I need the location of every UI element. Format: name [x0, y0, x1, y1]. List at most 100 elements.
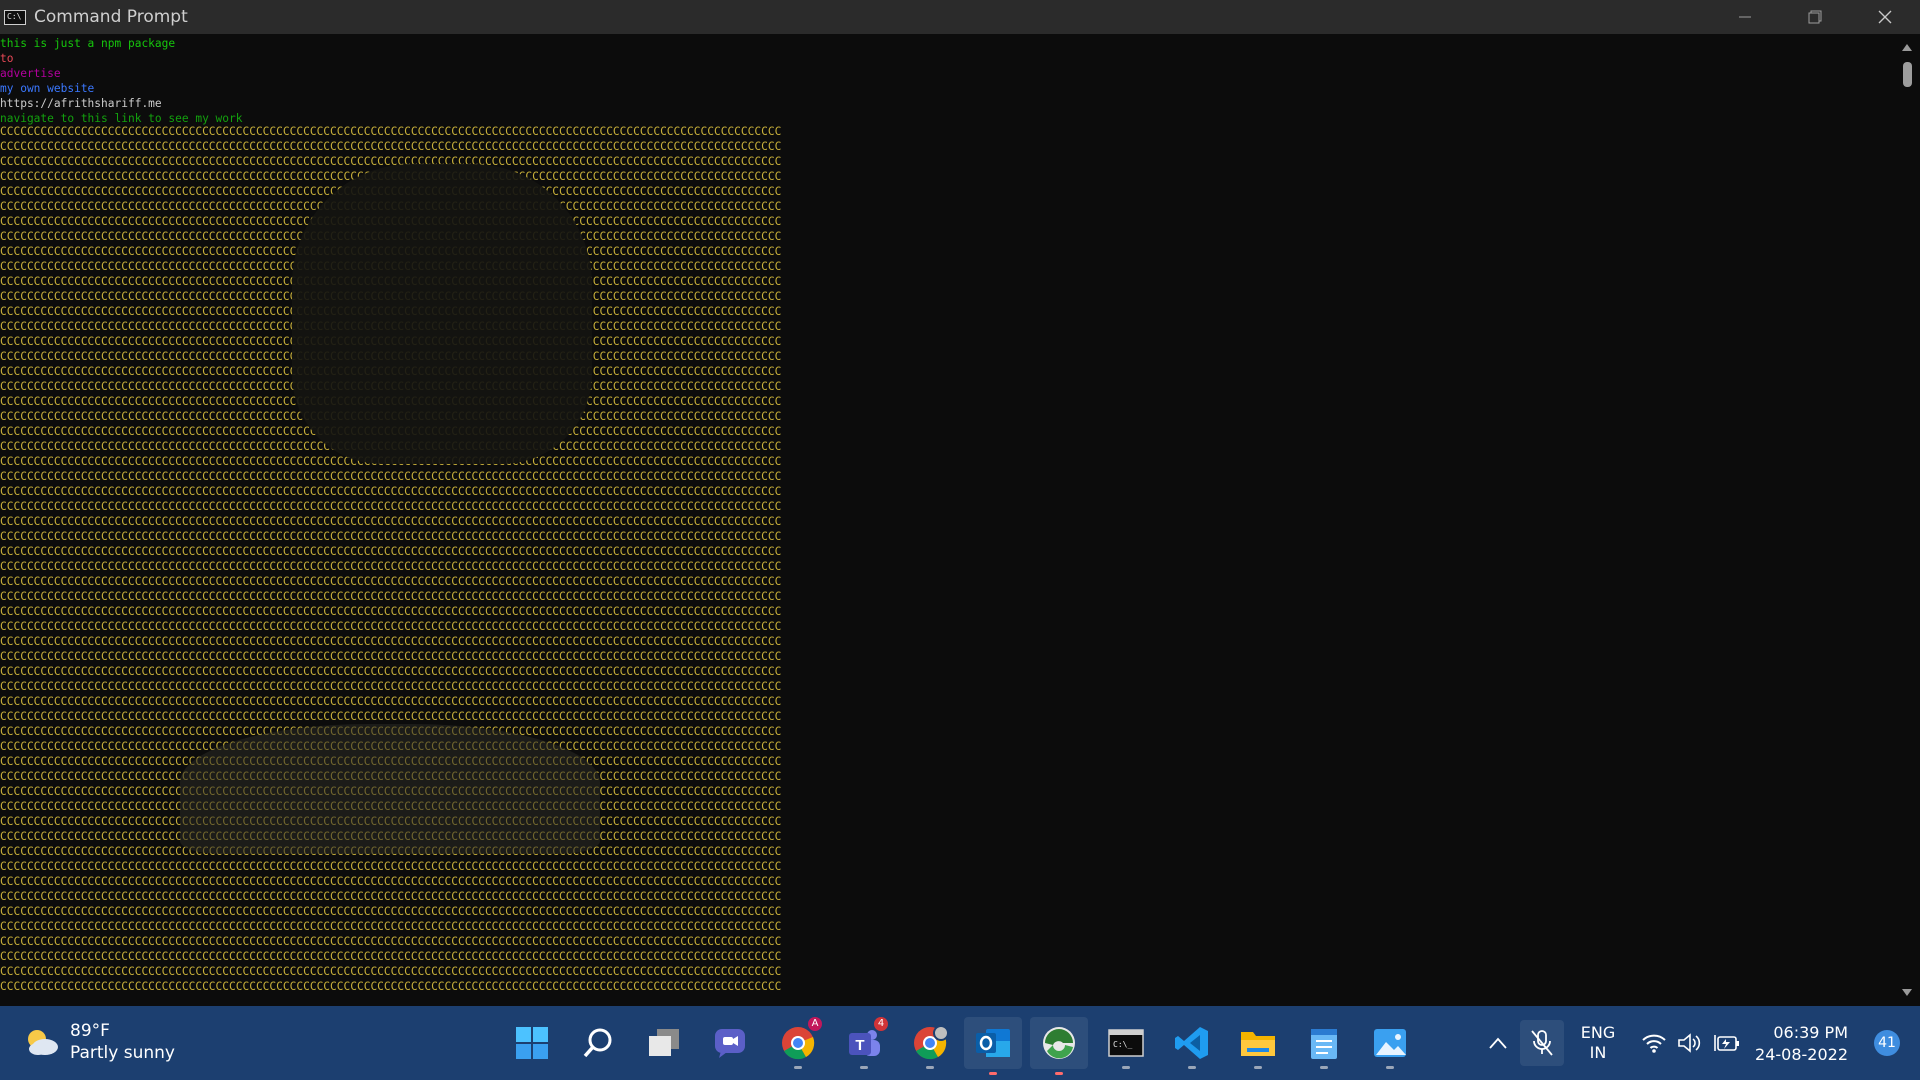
windows-logo-icon	[516, 1027, 548, 1059]
ascii-art-line: CCCCCCCCCCCCCCCCCCCCCCCCCCCCCCCCCCCCCCCC…	[0, 680, 782, 693]
microphone-button[interactable]	[1520, 1020, 1564, 1066]
language-code: ENG	[1580, 1023, 1616, 1042]
clock-time: 06:39 PM	[1773, 1023, 1848, 1042]
running-indicator	[926, 1066, 934, 1069]
ascii-art-line: CCCCCCCCCCCCCCCCCCCCCCCCCCCCCCCCCCCCCCCC…	[0, 860, 782, 873]
ascii-art: CCCCCCCCCCCCCCCCCCCCCCCCCCCCCCCCCCCCCCCC…	[0, 124, 781, 994]
message-line-4: https://afrithshariff.me	[0, 97, 162, 110]
photos-button[interactable]	[1370, 1023, 1410, 1069]
window-title: Command Prompt	[34, 7, 188, 27]
ascii-art-line: CCCCCCCCCCCCCCCCCCCCCCCCCCCCCCCCCCCCCCCC…	[0, 530, 782, 543]
taskbar: 89°F Partly sunny A T 4 C:\_ ENG IN 06:3…	[0, 1006, 1920, 1080]
language-indicator[interactable]: ENG IN	[1572, 1023, 1624, 1063]
outlook-icon	[976, 1029, 1010, 1057]
minimize-button[interactable]	[1710, 0, 1780, 34]
wifi-button[interactable]	[1640, 1023, 1668, 1063]
ascii-art-line: CCCCCCCCCCCCCCCCCCCCCCCCCCCCCCCCCCCCCCCC…	[0, 575, 782, 588]
clock-date: 24-08-2022	[1755, 1045, 1848, 1064]
search-icon	[583, 1028, 612, 1058]
folder-icon	[1241, 1032, 1275, 1056]
close-button[interactable]	[1850, 0, 1920, 34]
chrome-profile-a[interactable]: A	[778, 1017, 822, 1069]
chat-button[interactable]	[710, 1023, 750, 1063]
search-button[interactable]	[578, 1023, 618, 1063]
running-indicator	[989, 1072, 997, 1075]
ascii-art-line: CCCCCCCCCCCCCCCCCCCCCCCCCCCCCCCCCCCCCCCC…	[0, 980, 782, 993]
ascii-art-line: CCCCCCCCCCCCCCCCCCCCCCCCCCCCCCCCCCCCCCCC…	[0, 515, 782, 528]
scroll-up-arrow-icon[interactable]	[1902, 44, 1912, 51]
browser-icon	[1043, 1027, 1075, 1059]
restore-icon	[1808, 10, 1822, 24]
message-line-0: this is just a npm package	[0, 37, 176, 50]
running-indicator	[1055, 1072, 1063, 1075]
running-indicator	[1320, 1066, 1328, 1069]
teams-button[interactable]: T 4	[844, 1017, 888, 1069]
vscode-icon	[1175, 1027, 1208, 1059]
teams-icon: T	[849, 1030, 880, 1056]
chrome-profile-b[interactable]	[910, 1023, 950, 1069]
weather-widget[interactable]: 89°F Partly sunny	[24, 1020, 175, 1064]
clock[interactable]: 06:39 PM 24-08-2022	[1755, 1022, 1848, 1066]
chat-icon	[715, 1029, 745, 1058]
vertical-scrollbar[interactable]	[1894, 34, 1920, 1006]
scroll-down-arrow-icon[interactable]	[1902, 989, 1912, 996]
ascii-art-line: CCCCCCCCCCCCCCCCCCCCCCCCCCCCCCCCCCCCCCCC…	[0, 875, 782, 888]
teams-badge: 4	[874, 1017, 888, 1031]
task-view-button[interactable]	[644, 1023, 684, 1063]
notification-count-badge[interactable]: 41	[1874, 1030, 1900, 1056]
ascii-art-head-shade	[292, 164, 592, 464]
outlook-button[interactable]	[964, 1017, 1022, 1075]
chrome-icon	[782, 1027, 815, 1060]
ascii-art-line: CCCCCCCCCCCCCCCCCCCCCCCCCCCCCCCCCCCCCCCC…	[0, 485, 782, 498]
start-button[interactable]	[512, 1023, 552, 1063]
file-explorer-button[interactable]	[1238, 1023, 1278, 1069]
ascii-art-line: CCCCCCCCCCCCCCCCCCCCCCCCCCCCCCCCCCCCCCCC…	[0, 950, 782, 963]
browser-button[interactable]	[1030, 1017, 1088, 1075]
volume-icon	[1678, 1033, 1701, 1053]
message-line-3: my own website	[0, 82, 95, 95]
running-indicator	[1188, 1066, 1196, 1069]
ascii-art-line: CCCCCCCCCCCCCCCCCCCCCCCCCCCCCCCCCCCCCCCC…	[0, 635, 782, 648]
running-indicator	[794, 1066, 802, 1069]
notepad-button[interactable]	[1304, 1023, 1344, 1069]
terminal-icon: C:\_	[1108, 1029, 1144, 1057]
ascii-art-line: CCCCCCCCCCCCCCCCCCCCCCCCCCCCCCCCCCCCCCCC…	[0, 695, 782, 708]
task-view-icon	[649, 1029, 679, 1056]
ascii-art-line: CCCCCCCCCCCCCCCCCCCCCCCCCCCCCCCCCCCCCCCC…	[0, 590, 782, 603]
console-output[interactable]: this is just a npm package to advertise …	[0, 34, 1894, 1006]
notepad-icon	[1311, 1029, 1337, 1059]
show-hidden-icons-button[interactable]	[1480, 1023, 1516, 1063]
vscode-button[interactable]	[1172, 1023, 1212, 1069]
restore-button[interactable]	[1780, 0, 1850, 34]
ascii-art-line: CCCCCCCCCCCCCCCCCCCCCCCCCCCCCCCCCCCCCCCC…	[0, 965, 782, 978]
ascii-art-line: CCCCCCCCCCCCCCCCCCCCCCCCCCCCCCCCCCCCCCCC…	[0, 605, 782, 618]
ascii-art-line: CCCCCCCCCCCCCCCCCCCCCCCCCCCCCCCCCCCCCCCC…	[0, 500, 782, 513]
battery-charging-icon	[1714, 1035, 1739, 1051]
battery-button[interactable]	[1712, 1023, 1742, 1063]
chrome-icon	[914, 1025, 948, 1060]
ascii-art-line: CCCCCCCCCCCCCCCCCCCCCCCCCCCCCCCCCCCCCCCC…	[0, 140, 782, 153]
weather-description: Partly sunny	[70, 1043, 175, 1063]
ascii-art-shoulder-shade	[180, 724, 600, 854]
scroll-thumb[interactable]	[1903, 62, 1912, 87]
message-line-1: to	[0, 52, 14, 65]
ascii-art-line: CCCCCCCCCCCCCCCCCCCCCCCCCCCCCCCCCCCCCCCC…	[0, 710, 782, 723]
wifi-icon	[1642, 1034, 1666, 1053]
terminal-button[interactable]: C:\_	[1106, 1023, 1146, 1069]
running-indicator	[1386, 1066, 1394, 1069]
ascii-art-line: CCCCCCCCCCCCCCCCCCCCCCCCCCCCCCCCCCCCCCCC…	[0, 545, 782, 558]
message-line-2: advertise	[0, 67, 61, 80]
photos-icon	[1374, 1029, 1406, 1057]
ascii-art-line: CCCCCCCCCCCCCCCCCCCCCCCCCCCCCCCCCCCCCCCC…	[0, 470, 782, 483]
cmd-app-icon[interactable]: C:\	[4, 9, 26, 25]
ascii-art-line: CCCCCCCCCCCCCCCCCCCCCCCCCCCCCCCCCCCCCCCC…	[0, 935, 782, 948]
title-bar[interactable]: C:\ Command Prompt	[0, 0, 1920, 34]
chevron-up-icon	[1489, 1037, 1507, 1049]
close-icon	[1878, 10, 1892, 24]
running-indicator	[1254, 1066, 1262, 1069]
ascii-art-line: CCCCCCCCCCCCCCCCCCCCCCCCCCCCCCCCCCCCCCCC…	[0, 620, 782, 633]
volume-button[interactable]	[1676, 1023, 1704, 1063]
ascii-art-line: CCCCCCCCCCCCCCCCCCCCCCCCCCCCCCCCCCCCCCCC…	[0, 890, 782, 903]
svg-text:C:\_: C:\_	[1113, 1040, 1132, 1049]
running-indicator	[860, 1066, 868, 1069]
